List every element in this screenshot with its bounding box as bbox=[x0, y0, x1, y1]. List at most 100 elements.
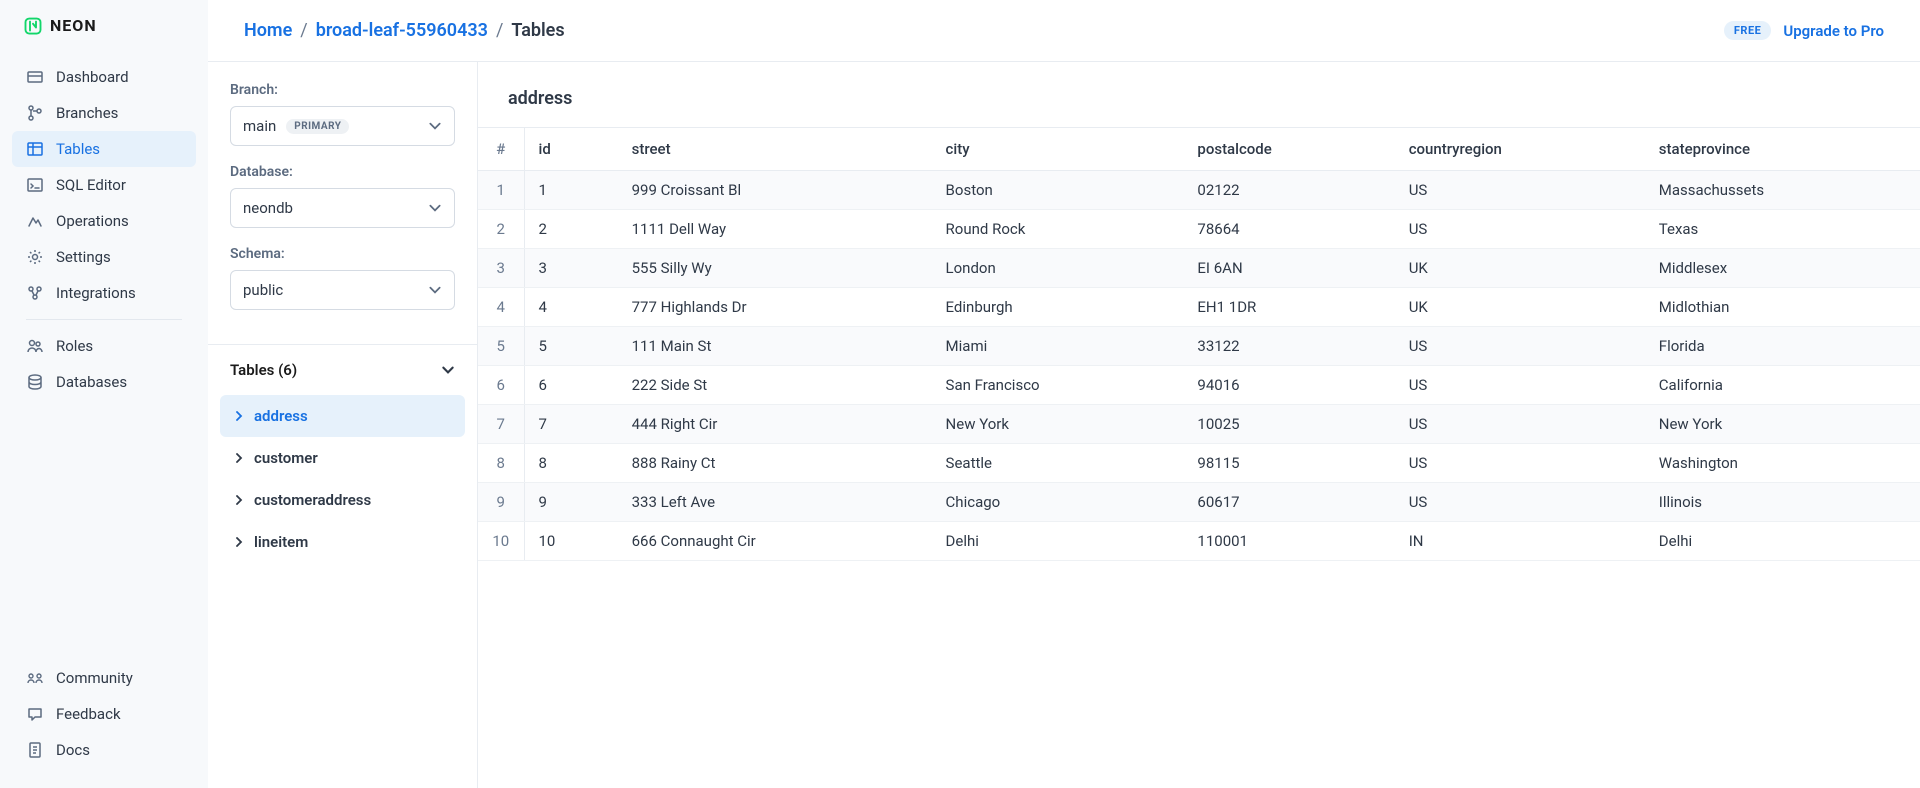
nav-main: DashboardBranchesTablesSQL EditorOperati… bbox=[0, 55, 208, 656]
branches-icon bbox=[26, 104, 44, 122]
chevron-down-icon bbox=[441, 363, 455, 377]
table-header-row: #idstreetcitypostalcodecountryregionstat… bbox=[478, 128, 1920, 171]
selectors: Branch: main PRIMARY Database: neon bbox=[208, 62, 477, 344]
sidebar-item-community[interactable]: Community bbox=[12, 660, 196, 696]
sidebar-item-label: Feedback bbox=[56, 705, 121, 723]
breadcrumb: Home / broad-leaf-55960433 / Tables bbox=[244, 20, 565, 41]
table-row[interactable]: 11999 Croissant BlBoston02122USMassachus… bbox=[478, 171, 1920, 210]
sidebar-item-integrations[interactable]: Integrations bbox=[12, 275, 196, 311]
cell: Delhi bbox=[932, 522, 1184, 561]
table-body: 11999 Croissant BlBoston02122USMassachus… bbox=[478, 171, 1920, 561]
table-row[interactable]: 66222 Side StSan Francisco94016USCalifor… bbox=[478, 366, 1920, 405]
row-number: 9 bbox=[478, 483, 524, 522]
cell: London bbox=[932, 249, 1184, 288]
community-icon bbox=[26, 669, 44, 687]
col-street[interactable]: street bbox=[618, 128, 932, 171]
row-number: 3 bbox=[478, 249, 524, 288]
cell: UK bbox=[1395, 288, 1645, 327]
sidebar-item-operations[interactable]: Operations bbox=[12, 203, 196, 239]
cell: 999 Croissant Bl bbox=[618, 171, 932, 210]
cell: 98115 bbox=[1183, 444, 1394, 483]
table-row[interactable]: 221111 Dell WayRound Rock78664USTexas bbox=[478, 210, 1920, 249]
table-title: address bbox=[478, 62, 1920, 127]
sidebar-item-docs[interactable]: Docs bbox=[12, 732, 196, 768]
table-item-customeraddress[interactable]: customeraddress bbox=[220, 479, 465, 521]
schema-select[interactable]: public bbox=[230, 270, 455, 310]
cell: US bbox=[1395, 483, 1645, 522]
sidebar-item-dashboard[interactable]: Dashboard bbox=[12, 59, 196, 95]
col-postalcode[interactable]: postalcode bbox=[1183, 128, 1394, 171]
main: Home / broad-leaf-55960433 / Tables FREE… bbox=[208, 0, 1920, 788]
branch-selector-group: Branch: main PRIMARY bbox=[230, 82, 455, 146]
table-item-customer[interactable]: customer bbox=[220, 437, 465, 479]
sidebar-item-databases[interactable]: Databases bbox=[12, 364, 196, 400]
upgrade-link[interactable]: Upgrade to Pro bbox=[1783, 22, 1884, 40]
sidebar-item-settings[interactable]: Settings bbox=[12, 239, 196, 275]
cell: Boston bbox=[932, 171, 1184, 210]
breadcrumb-current: Tables bbox=[511, 20, 564, 41]
row-number: 6 bbox=[478, 366, 524, 405]
database-select[interactable]: neondb bbox=[230, 188, 455, 228]
table-item-lineitem[interactable]: lineitem bbox=[220, 521, 465, 563]
sidebar-item-branches[interactable]: Branches bbox=[12, 95, 196, 131]
cell: Middlesex bbox=[1645, 249, 1920, 288]
table-row[interactable]: 55111 Main StMiami33122USFlorida bbox=[478, 327, 1920, 366]
logo-text: NEON bbox=[50, 16, 97, 35]
breadcrumb-home[interactable]: Home bbox=[244, 20, 292, 41]
cell: 111 Main St bbox=[618, 327, 932, 366]
cell: Midlothian bbox=[1645, 288, 1920, 327]
cell: US bbox=[1395, 405, 1645, 444]
sidebar-item-tables[interactable]: Tables bbox=[12, 131, 196, 167]
table-item-address[interactable]: address bbox=[220, 395, 465, 437]
cell: UK bbox=[1395, 249, 1645, 288]
cell: 2 bbox=[524, 210, 618, 249]
tables-header-label: Tables (6) bbox=[230, 361, 297, 379]
cell: California bbox=[1645, 366, 1920, 405]
row-number: 7 bbox=[478, 405, 524, 444]
cell: US bbox=[1395, 327, 1645, 366]
col-rownum: # bbox=[478, 128, 524, 171]
cell: Washington bbox=[1645, 444, 1920, 483]
sidebar: NEON DashboardBranchesTablesSQL EditorOp… bbox=[0, 0, 208, 788]
chevron-down-icon bbox=[428, 201, 442, 215]
cell: Delhi bbox=[1645, 522, 1920, 561]
cell: 666 Connaught Cir bbox=[618, 522, 932, 561]
row-number: 4 bbox=[478, 288, 524, 327]
cell: 02122 bbox=[1183, 171, 1394, 210]
sidebar-item-feedback[interactable]: Feedback bbox=[12, 696, 196, 732]
cell: San Francisco bbox=[932, 366, 1184, 405]
breadcrumb-project[interactable]: broad-leaf-55960433 bbox=[316, 20, 488, 41]
topbar: Home / broad-leaf-55960433 / Tables FREE… bbox=[208, 0, 1920, 61]
logo[interactable]: NEON bbox=[0, 16, 208, 55]
sidebar-item-label: Docs bbox=[56, 741, 90, 759]
database-label: Database: bbox=[230, 164, 455, 180]
cell: 1111 Dell Way bbox=[618, 210, 932, 249]
branch-value: main bbox=[243, 117, 276, 135]
table-row[interactable]: 33555 Silly WyLondonEI 6ANUKMiddlesex bbox=[478, 249, 1920, 288]
col-city[interactable]: city bbox=[932, 128, 1184, 171]
cell: Texas bbox=[1645, 210, 1920, 249]
integrations-icon bbox=[26, 284, 44, 302]
col-stateprovince[interactable]: stateprovince bbox=[1645, 128, 1920, 171]
branch-select[interactable]: main PRIMARY bbox=[230, 106, 455, 146]
table-row[interactable]: 1010666 Connaught CirDelhi110001INDelhi bbox=[478, 522, 1920, 561]
cell: Massachussets bbox=[1645, 171, 1920, 210]
sidebar-item-roles[interactable]: Roles bbox=[12, 328, 196, 364]
table-row[interactable]: 99333 Left AveChicago60617USIllinois bbox=[478, 483, 1920, 522]
row-number: 2 bbox=[478, 210, 524, 249]
col-countryregion[interactable]: countryregion bbox=[1395, 128, 1645, 171]
table-row[interactable]: 44777 Highlands DrEdinburghEH1 1DRUKMidl… bbox=[478, 288, 1920, 327]
cell: 4 bbox=[524, 288, 618, 327]
cell: IN bbox=[1395, 522, 1645, 561]
cell: New York bbox=[1645, 405, 1920, 444]
tables-section: Tables (6) addresscustomercustomeraddres… bbox=[208, 344, 477, 575]
table-row[interactable]: 88888 Rainy CtSeattle98115USWashington bbox=[478, 444, 1920, 483]
sidebar-item-label: Community bbox=[56, 669, 133, 687]
branch-label: Branch: bbox=[230, 82, 455, 98]
table-row[interactable]: 77444 Right CirNew York10025USNew York bbox=[478, 405, 1920, 444]
cell: 333 Left Ave bbox=[618, 483, 932, 522]
tables-header[interactable]: Tables (6) bbox=[208, 345, 477, 395]
cell: 777 Highlands Dr bbox=[618, 288, 932, 327]
col-id[interactable]: id bbox=[524, 128, 618, 171]
sidebar-item-sql-editor[interactable]: SQL Editor bbox=[12, 167, 196, 203]
